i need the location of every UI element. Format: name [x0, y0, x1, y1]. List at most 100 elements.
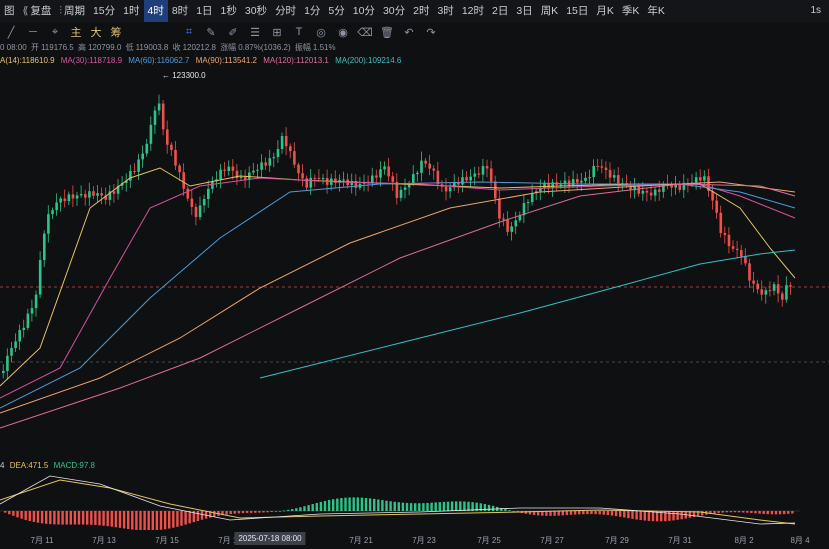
period-3d[interactable]: 3日: [512, 0, 536, 22]
macd-bar: [573, 511, 577, 515]
macd-bar: [623, 511, 626, 518]
chips-indicator-button[interactable]: 筹: [106, 24, 126, 40]
candle-body: [10, 348, 13, 356]
candle-body: [313, 177, 317, 179]
period-15d[interactable]: 15日: [562, 0, 592, 22]
redo-icon[interactable]: ↷: [420, 26, 442, 39]
period-2d[interactable]: 2日: [488, 0, 512, 22]
eraser-icon[interactable]: ⌫: [354, 26, 376, 39]
volume-indicator-button[interactable]: 大: [86, 24, 106, 40]
ma14-label: A(14):118610.9: [0, 56, 55, 65]
candle-body: [92, 191, 95, 196]
macd-bar: [258, 511, 261, 513]
interval-label[interactable]: 1s: [810, 0, 821, 22]
candle-body: [47, 214, 50, 234]
cursor-icon[interactable]: ⌖: [44, 26, 66, 39]
replay-button[interactable]: ⟪ 复盘: [19, 0, 56, 22]
candle-body: [379, 169, 382, 178]
macd-bar: [45, 511, 48, 524]
ma-line-3: [0, 181, 796, 414]
measure-icon[interactable]: ⊞: [266, 26, 288, 39]
macd-bar: [561, 511, 564, 516]
macd-bar: [368, 498, 372, 511]
candle-body: [342, 179, 345, 181]
candle-body: [645, 190, 649, 193]
candle-body: [178, 165, 181, 173]
candle-body: [481, 166, 485, 175]
period-10m[interactable]: 10分: [349, 0, 379, 22]
text-tool-icon[interactable]: T: [288, 26, 310, 38]
macd-bar: [323, 500, 327, 511]
candlestick-chart[interactable]: ← 123300.0: [0, 68, 829, 530]
candle-body: [141, 153, 144, 160]
candle-body: [653, 189, 657, 196]
amplitude-value: 1.51%: [312, 43, 336, 52]
period-year[interactable]: 年K: [643, 0, 669, 22]
crosshair-time-label: 2025-07-18 08:00: [234, 532, 306, 545]
period-30m[interactable]: 30分: [379, 0, 409, 22]
candle-body: [71, 194, 75, 199]
candle-body: [30, 308, 34, 314]
macd-bar: [631, 511, 634, 519]
macd-bar: [737, 511, 741, 513]
macd-bar: [188, 511, 191, 524]
period-12h[interactable]: 12时: [458, 0, 488, 22]
brush-icon[interactable]: ✎: [200, 26, 222, 39]
main-indicator-button[interactable]: 主: [66, 24, 86, 40]
macd-bar: [713, 511, 716, 514]
macd-bar: [598, 511, 601, 515]
crosshair-tool-icon[interactable]: ⌗: [178, 26, 200, 39]
candle-body: [67, 194, 71, 202]
period-4h[interactable]: 4时: [143, 0, 168, 22]
delete-icon[interactable]: 🗑: [376, 26, 398, 39]
period-8h[interactable]: 8时: [168, 0, 192, 22]
macd-bar: [491, 505, 495, 511]
period-quarter[interactable]: 季K: [618, 0, 644, 22]
undo-icon[interactable]: ↶: [398, 26, 420, 39]
period-timeline[interactable]: 分时: [271, 0, 300, 22]
macd-bar: [450, 501, 454, 511]
ma200-label: MA(200):109214.6: [335, 56, 402, 65]
macd-bar: [184, 511, 187, 525]
period-1d[interactable]: 1日: [192, 0, 216, 22]
candle-body: [55, 202, 58, 211]
candle-body: [112, 191, 116, 194]
macd-bar: [262, 511, 265, 513]
macd-bar: [463, 501, 466, 511]
macd-bar: [291, 509, 294, 511]
macd-bar: [122, 511, 126, 529]
pen-icon[interactable]: ✐: [222, 26, 244, 39]
period-1h[interactable]: 1时: [119, 0, 143, 22]
period-5m[interactable]: 5分: [324, 0, 348, 22]
macd-bar: [94, 511, 97, 526]
high-value: 120799.0: [87, 43, 122, 52]
macd-bar: [332, 499, 335, 511]
toolbar-chart-button[interactable]: 图: [0, 0, 19, 22]
candle-body: [428, 163, 431, 169]
period-2h[interactable]: 2时: [409, 0, 433, 22]
period-15m[interactable]: 15分: [89, 0, 119, 22]
period-1s[interactable]: 1秒: [217, 0, 241, 22]
macd-bar: [254, 511, 257, 513]
period-month[interactable]: 月K: [592, 0, 618, 22]
hide-icon[interactable]: ◉: [332, 26, 354, 39]
candle-body: [412, 174, 415, 184]
candle-body: [26, 313, 30, 328]
period-30s[interactable]: 30秒: [241, 0, 271, 22]
macd-bar: [172, 511, 175, 528]
period-3h[interactable]: 3时: [433, 0, 457, 22]
period-dropdown[interactable]: ⫶ 周期: [55, 0, 89, 22]
candle-body: [305, 178, 308, 188]
period-1m[interactable]: 1分: [300, 0, 324, 22]
candle-body: [371, 175, 374, 183]
candle-body: [514, 220, 518, 227]
shape-tool-icon[interactable]: ◎: [310, 26, 332, 39]
horizontal-line-icon[interactable]: ─: [22, 26, 44, 38]
candle-body: [781, 293, 784, 300]
macd-bar: [151, 511, 154, 530]
candle-body: [166, 129, 169, 145]
fibonacci-icon[interactable]: ☰: [244, 26, 266, 39]
line-tool-icon[interactable]: ╱: [0, 26, 22, 39]
macd-bar: [397, 502, 400, 511]
period-week[interactable]: 周K: [537, 0, 563, 22]
